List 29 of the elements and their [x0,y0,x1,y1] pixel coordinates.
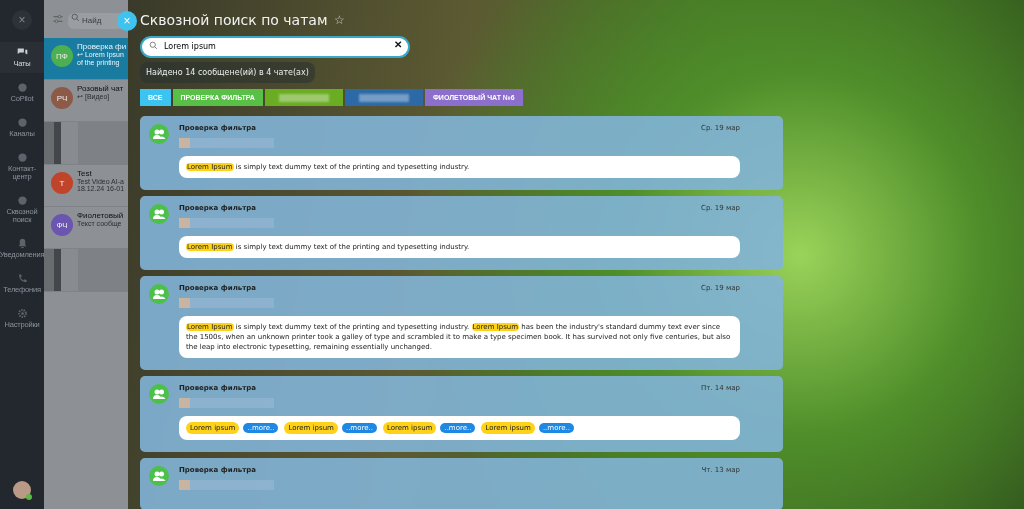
filter-icon[interactable] [52,13,64,25]
blurred-filter-chip[interactable] [344,89,423,106]
chat-avatar: Т [51,172,73,194]
result-card[interactable] [140,276,783,370]
group-avatar-icon [149,466,169,486]
search-icon [71,13,80,23]
chat-name: Розовый чат [77,84,124,93]
chat-avatar: ФЧ [51,214,73,236]
group-avatar-icon [149,204,169,224]
close-button[interactable]: × [12,10,32,30]
chat-name: Test [77,169,93,178]
phone-icon [16,273,28,284]
chat-name: Фиолетовый [77,211,124,220]
group-avatar-icon [149,284,169,304]
bell-icon [16,238,28,249]
avatar[interactable] [13,481,31,499]
blurred-filter-chip[interactable] [264,89,343,106]
page-title: Сквозной поиск по чатам [140,12,328,28]
search-icon [149,41,158,50]
clear-button[interactable]: ✕ [394,39,402,50]
settings-icon [16,308,28,319]
group-avatar-icon [149,384,169,404]
chat-avatar: РЧ [51,87,73,109]
favorite-star[interactable]: ☆ [333,13,345,27]
online-dot [26,494,32,500]
group-avatar-icon [149,124,169,144]
chat-avatar: ПФ [51,45,73,67]
chat-name: Проверка фи [77,42,127,51]
results-summary: Найдено 14 сообщене(ий) в 4 чате(ах) [140,62,315,83]
